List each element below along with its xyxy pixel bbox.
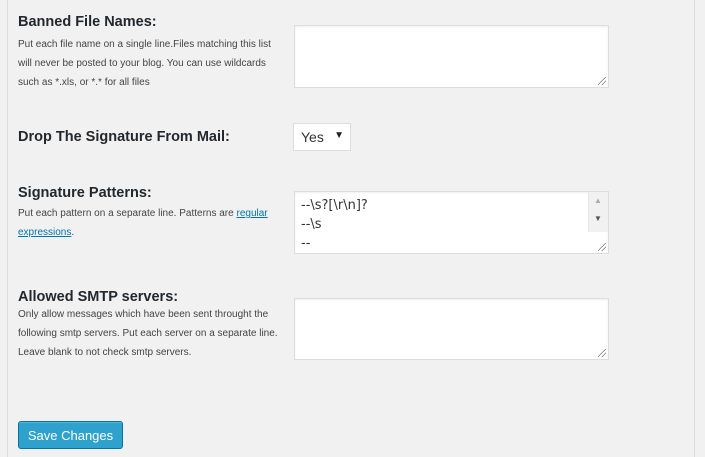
scroll-up-arrow-icon[interactable]: ▲ (594, 196, 602, 205)
signature-patterns-description: Put each pattern on a separate line. Pat… (18, 204, 280, 242)
drop-signature-selected-value: Yes (301, 129, 324, 145)
left-border (7, 0, 8, 457)
banned-file-names-description: Put each file name on a single line.File… (18, 39, 271, 88)
banned-file-names-textarea[interactable] (294, 25, 609, 88)
right-border (694, 0, 695, 457)
scroll-down-arrow-icon[interactable]: ▼ (594, 214, 602, 223)
allowed-smtp-label: Allowed SMTP servers: (18, 289, 179, 305)
allowed-smtp-textarea[interactable] (294, 298, 609, 360)
pattern-line: --\s?[\r\n]? (301, 198, 368, 213)
allowed-smtp-description: Only allow messages which have been sent… (18, 309, 278, 358)
resize-grip-icon[interactable] (598, 77, 606, 85)
pattern-line: -- (301, 236, 311, 251)
signature-patterns-label: Signature Patterns: (18, 185, 152, 201)
chevron-down-icon: ▼ (334, 130, 344, 141)
resize-grip-icon[interactable] (598, 349, 606, 357)
resize-grip-icon[interactable] (598, 243, 606, 251)
signature-patterns-desc-text: Put each pattern on a separate line. Pat… (18, 208, 237, 219)
signature-patterns-lines: --\s?[\r\n]? --\s -- (301, 196, 368, 253)
signature-patterns-desc-suffix: . (71, 227, 75, 238)
drop-signature-label: Drop The Signature From Mail: (18, 129, 230, 145)
banned-file-names-label: Banned File Names: (18, 14, 157, 30)
drop-signature-select[interactable]: Yes ▼ (293, 123, 351, 151)
save-changes-button[interactable]: Save Changes (18, 421, 123, 449)
signature-patterns-textarea[interactable]: --\s?[\r\n]? --\s -- ▲ ▼ (294, 191, 609, 254)
vertical-scrollbar[interactable]: ▲ ▼ (588, 192, 608, 232)
pattern-line: --\s (301, 217, 322, 232)
